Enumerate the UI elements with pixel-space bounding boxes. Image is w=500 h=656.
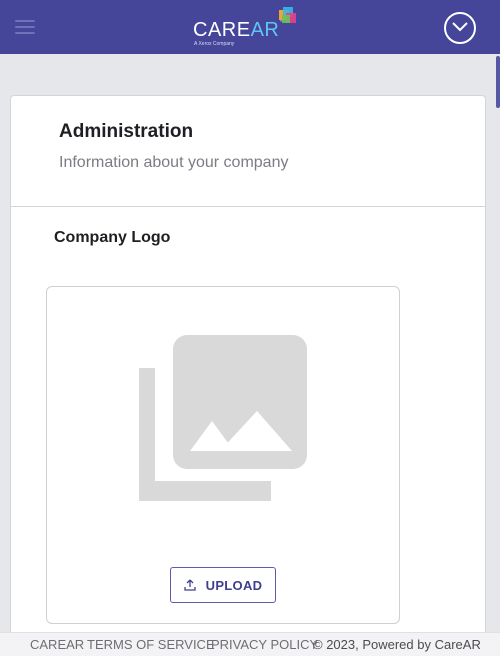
- image-gallery-placeholder-icon: [139, 335, 307, 501]
- logo-wordmark: CAREAR™: [193, 19, 285, 42]
- logo-word-ar: AR: [250, 19, 280, 41]
- chevron-down-icon: [452, 22, 468, 32]
- company-logo-label: Company Logo: [54, 229, 171, 246]
- top-app-bar: CAREAR™ A Xerox Company: [0, 0, 500, 54]
- card-header: Administration Information about your co…: [11, 96, 485, 207]
- footer-link-carear[interactable]: CAREAR: [30, 637, 84, 652]
- footer-link-privacy-policy[interactable]: PRIVACY POLICY: [211, 637, 318, 652]
- logo-cube-icon: [279, 7, 296, 23]
- menu-button[interactable]: [15, 18, 35, 36]
- page-subtitle: Information about your company: [59, 154, 289, 171]
- footer-link-terms-of-service[interactable]: TERMS OF SERVICE: [87, 637, 215, 652]
- footer: CAREAR TERMS OF SERVICE PRIVACY POLICY ©…: [0, 632, 500, 656]
- upload-button-label: UPLOAD: [205, 577, 263, 593]
- hamburger-line: [15, 32, 35, 34]
- footer-copyright: © 2023, Powered by CareAR: [313, 637, 481, 652]
- upload-icon: [183, 579, 196, 591]
- scrollbar-thumb[interactable]: [496, 56, 500, 108]
- logo-tagline: A Xerox Company: [194, 41, 235, 47]
- hamburger-menu-icon: [15, 20, 35, 22]
- administration-card: Administration Information about your co…: [10, 95, 486, 656]
- upload-button[interactable]: UPLOAD: [170, 567, 276, 603]
- company-logo-dropzone[interactable]: UPLOAD: [46, 286, 400, 624]
- page-title: Administration: [59, 121, 194, 142]
- user-menu-button[interactable]: [444, 12, 476, 44]
- carear-logo[interactable]: CAREAR™ A Xerox Company: [193, 6, 297, 50]
- hamburger-line: [15, 26, 35, 28]
- logo-word-care: CARE: [193, 19, 251, 41]
- scrollbar-track[interactable]: [495, 54, 500, 632]
